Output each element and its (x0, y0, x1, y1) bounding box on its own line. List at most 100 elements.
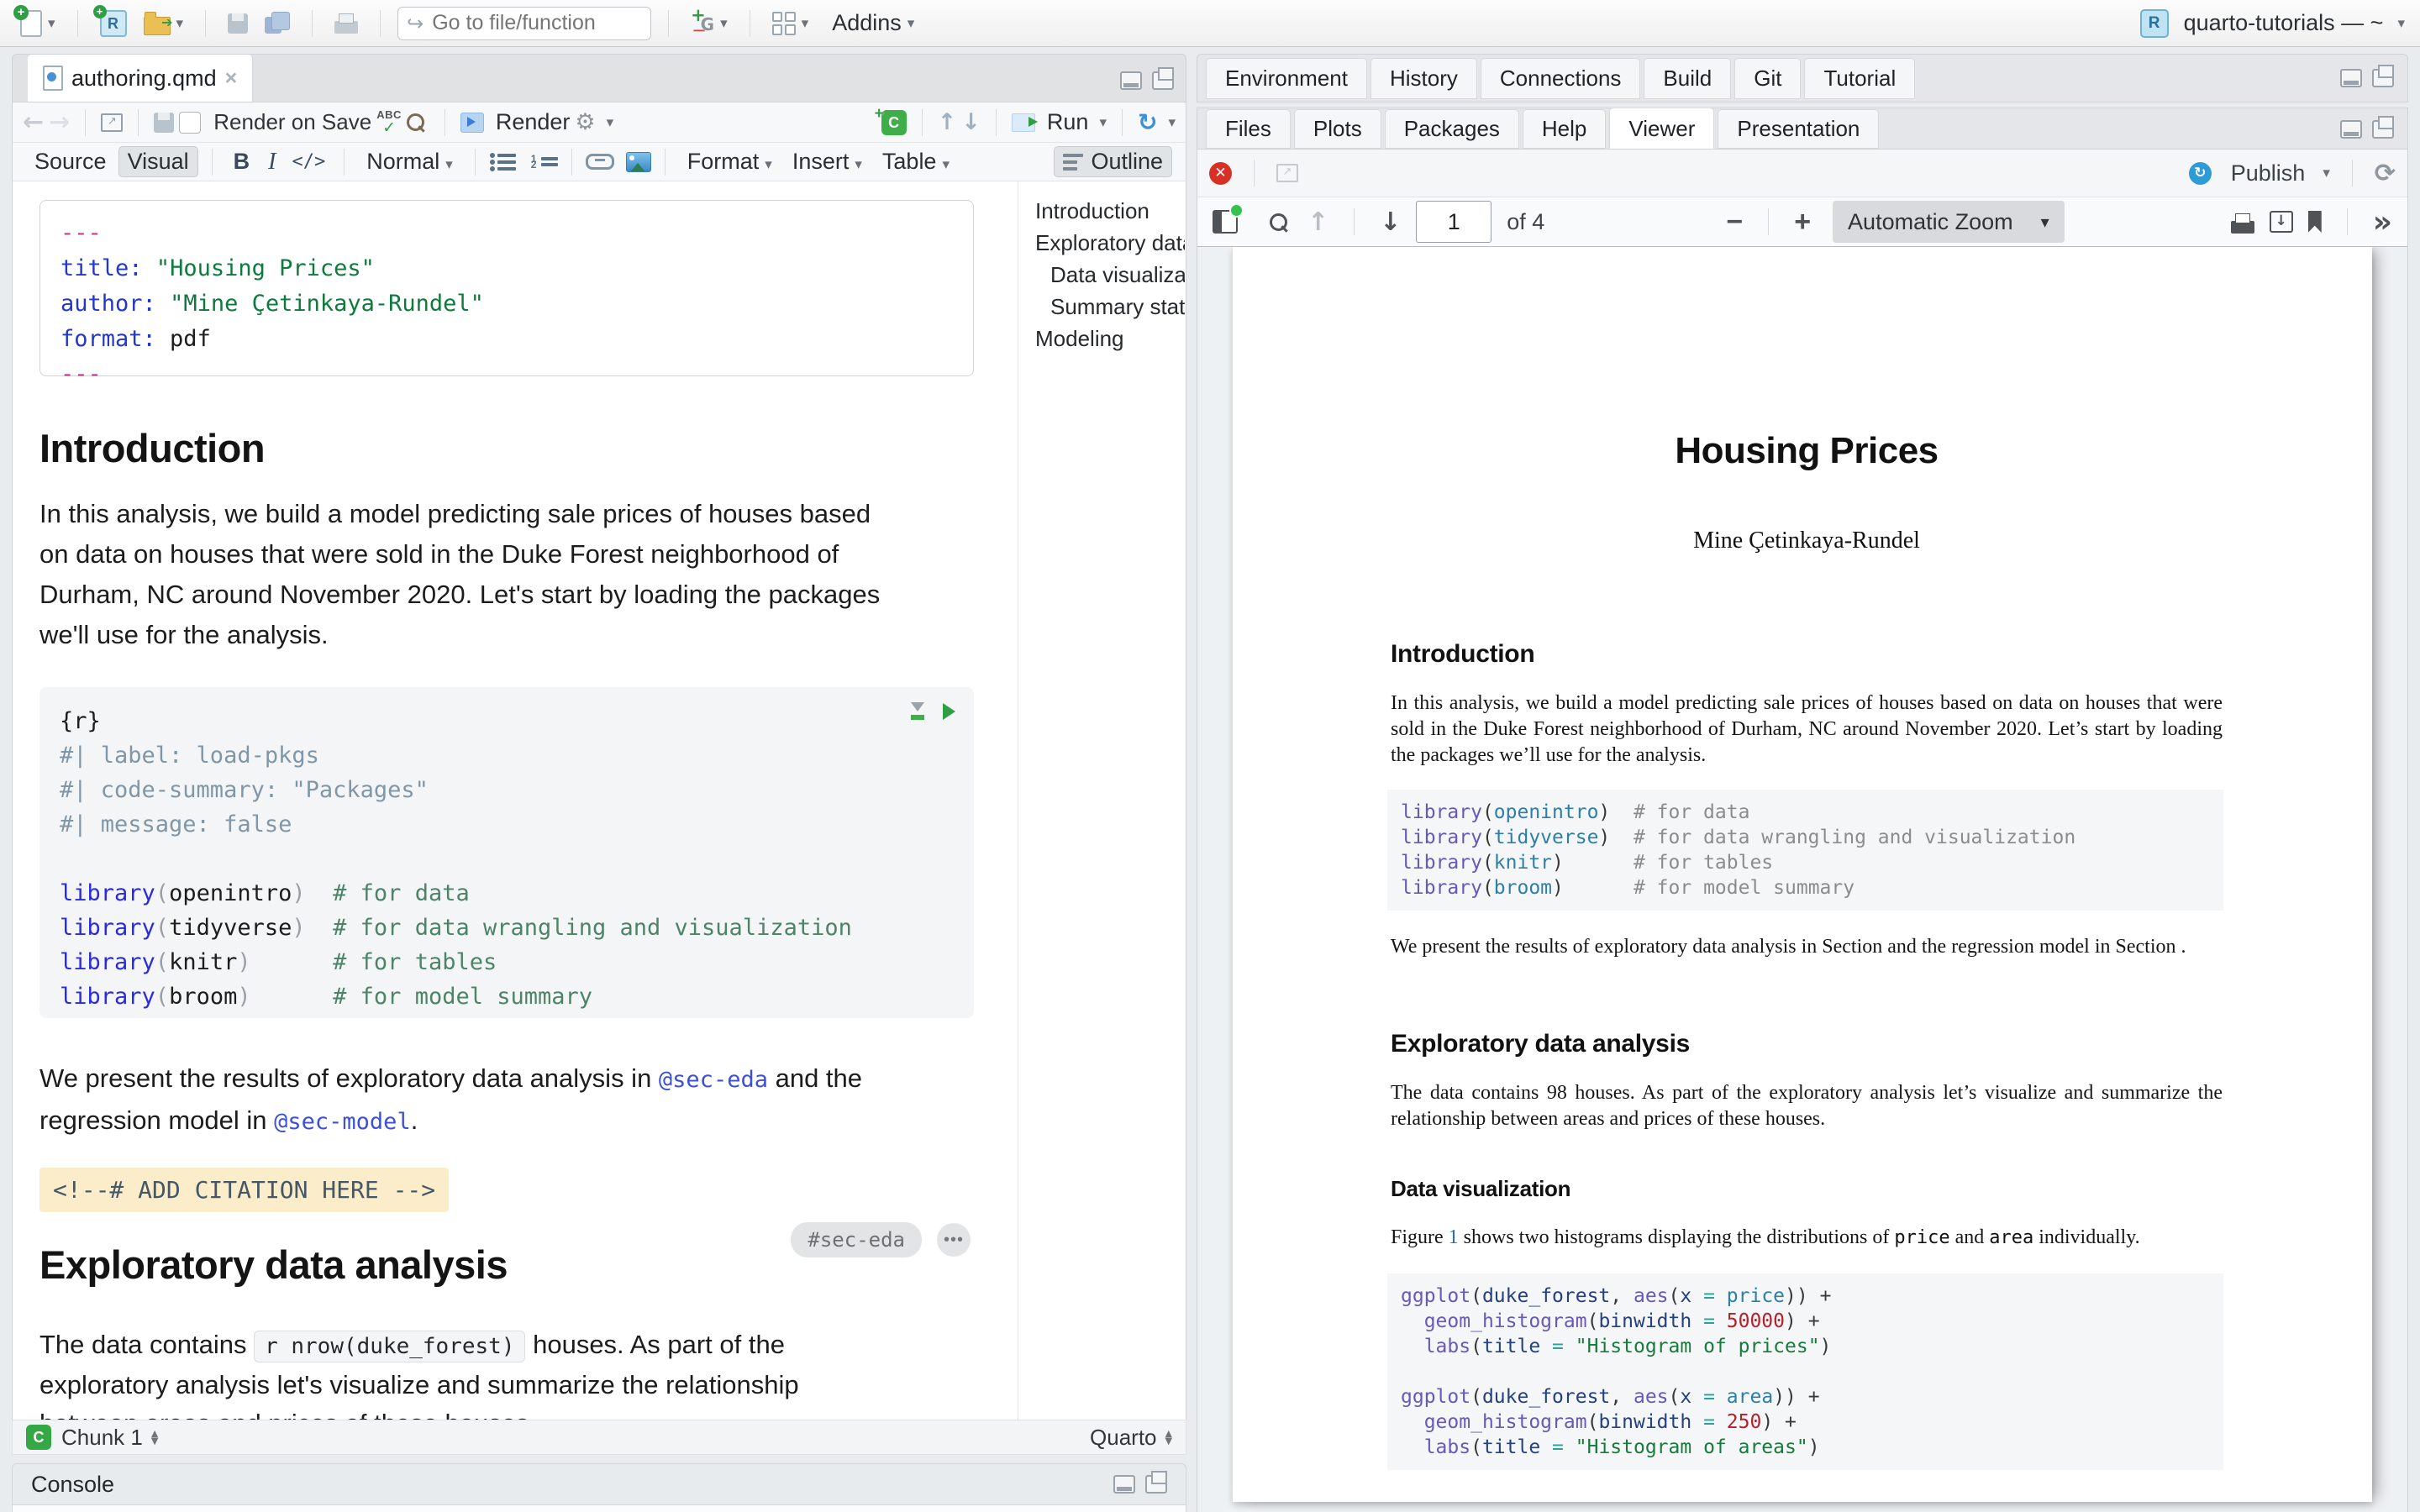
addins-button[interactable]: Addins ▾ (820, 7, 919, 39)
goto-file-search[interactable]: ↪ (397, 7, 651, 40)
insert-chunk-button[interactable]: C (881, 110, 907, 135)
pdf-zoom-out-icon[interactable]: − (1726, 206, 1743, 239)
new-file-button[interactable]: ▾ (15, 7, 60, 40)
numbered-list-icon[interactable] (531, 157, 558, 166)
pdf-page-input[interactable] (1416, 201, 1491, 243)
popout-icon[interactable]: ↗ (101, 113, 123, 132)
document-mode-label[interactable]: Quarto (1090, 1425, 1157, 1451)
maximize-pane-icon[interactable] (1145, 1475, 1167, 1494)
pdf-viewport[interactable]: Housing Prices Mine Çetinkaya-Rundel Int… (1197, 247, 2407, 1512)
bullet-list-icon[interactable] (489, 154, 516, 171)
heading-eda[interactable]: Exploratory data analysis (39, 1242, 508, 1288)
save-icon[interactable] (154, 113, 174, 133)
console-header[interactable]: Console (12, 1463, 1186, 1505)
pdf-print-icon[interactable] (2231, 221, 2254, 234)
forward-icon[interactable]: → (49, 108, 70, 137)
clear-viewer-icon[interactable]: ✕ (1209, 162, 1232, 185)
pdf-prev-page-icon[interactable]: ↑ (1307, 207, 1328, 237)
render-on-save-checkbox[interactable] (179, 112, 201, 134)
go-prev-section-icon[interactable]: ↑ (938, 109, 957, 135)
tab-history[interactable]: History (1370, 58, 1477, 99)
html-comment-highlight[interactable]: <!--# ADD CITATION HERE --> (39, 1168, 449, 1212)
run-chunk-icon[interactable] (943, 703, 955, 720)
visual-editor-canvas[interactable]: ---title: "Housing Prices"author: "Mine … (12, 181, 1186, 1420)
bold-button[interactable]: B (226, 149, 258, 175)
heading-introduction[interactable]: Introduction (39, 425, 265, 471)
outline-item-summary-statistics[interactable]: Summary statis… (1035, 291, 1185, 323)
pdf-next-page-icon[interactable]: ↓ (1380, 207, 1401, 237)
version-control-button[interactable]: +−G ▾ (686, 8, 733, 39)
open-in-browser-icon[interactable]: ↗ (1276, 164, 1298, 182)
print-button[interactable] (329, 9, 363, 37)
crossref-paragraph[interactable]: We present the results of exploratory da… (39, 1058, 888, 1142)
workspace-panes-button[interactable]: ▾ (767, 8, 814, 39)
outline-item-data-visualization[interactable]: Data visualization (1035, 259, 1185, 291)
image-icon[interactable] (626, 152, 651, 172)
project-menu-button[interactable]: R quarto-tutorials — ~ ▾ (2140, 9, 2405, 38)
chunk-position-label[interactable]: Chunk 1 (61, 1425, 143, 1451)
chunk-nav-arrows-icon[interactable]: ▲▼ (151, 1430, 158, 1445)
tab-connections[interactable]: Connections (1481, 58, 1641, 99)
maximize-pane-icon[interactable] (2372, 69, 2394, 87)
render-button[interactable]: Render (496, 109, 571, 135)
minimize-pane-icon[interactable] (1120, 71, 1142, 90)
spellcheck-icon[interactable]: ABC✓ (376, 109, 402, 136)
run-all-above-icon[interactable] (909, 702, 926, 721)
pdf-zoom-in-icon[interactable]: + (1794, 206, 1811, 239)
format-menu[interactable]: Format▾ (679, 147, 781, 176)
console-body[interactable] (12, 1505, 1186, 1512)
rerun-icon[interactable]: ↻ (1138, 108, 1157, 136)
paragraph-style-select[interactable]: Normal▾ (358, 147, 461, 176)
link-icon[interactable] (586, 154, 614, 170)
maximize-pane-icon[interactable] (2372, 120, 2394, 139)
new-project-button[interactable]: R (95, 7, 132, 40)
insert-menu[interactable]: Insert▾ (784, 147, 871, 176)
outline-toggle-button[interactable]: Outline (1054, 146, 1172, 177)
pdf-more-tools-icon[interactable]: » (2373, 205, 2392, 239)
pdf-zoom-select[interactable]: Automatic Zoom ▾ (1833, 201, 2065, 243)
section-id-badge[interactable]: #sec-eda (791, 1222, 922, 1257)
visual-mode-button[interactable]: Visual (118, 146, 198, 177)
yaml-metadata-block[interactable]: ---title: "Housing Prices"author: "Mine … (39, 200, 974, 376)
close-icon[interactable]: × (225, 66, 238, 91)
tab-authoring-qmd[interactable]: authoring.qmd × (28, 55, 253, 102)
go-next-section-icon[interactable]: ↓ (961, 109, 981, 135)
r-code-chunk[interactable]: {r}#| label: load-pkgs#| code-summary: "… (39, 687, 974, 1018)
mode-nav-arrows-icon[interactable]: ▲▼ (1165, 1430, 1172, 1445)
tab-build[interactable]: Build (1644, 58, 1731, 99)
outline-item-introduction[interactable]: Introduction (1035, 195, 1185, 227)
minimize-pane-icon[interactable] (2340, 69, 2362, 87)
minimize-pane-icon[interactable] (1113, 1475, 1135, 1494)
run-button[interactable]: Run (1047, 109, 1089, 135)
tab-plots[interactable]: Plots (1294, 109, 1381, 149)
tab-help[interactable]: Help (1523, 109, 1606, 149)
pdf-download-icon[interactable]: ↓ (2270, 211, 2293, 233)
tab-presentation[interactable]: Presentation (1718, 109, 1879, 149)
goto-file-input[interactable] (430, 10, 627, 36)
publish-button[interactable]: Publish (2231, 160, 2306, 186)
italic-button[interactable]: I (260, 149, 283, 176)
tab-files[interactable]: Files (1206, 109, 1291, 149)
source-mode-button[interactable]: Source (26, 147, 115, 176)
tab-packages[interactable]: Packages (1385, 109, 1519, 149)
section-options-button[interactable]: ••• (937, 1223, 971, 1257)
eda-paragraph[interactable]: The data contains r nrow(duke_forest) ho… (39, 1326, 888, 1420)
save-all-button[interactable] (260, 8, 295, 39)
pdf-sidebar-toggle-icon[interactable] (1213, 210, 1238, 234)
code-button[interactable]: </> (287, 151, 330, 172)
tab-environment[interactable]: Environment (1206, 58, 1367, 99)
outline-item-modeling[interactable]: Modeling (1035, 323, 1185, 354)
chunk-code[interactable]: {r}#| label: load-pkgs#| code-summary: "… (60, 704, 954, 1014)
tab-git[interactable]: Git (1734, 58, 1801, 99)
tab-viewer[interactable]: Viewer (1609, 108, 1714, 149)
open-file-button[interactable]: ▾ (139, 8, 189, 39)
pdf-search-icon[interactable] (1270, 213, 1287, 231)
intro-paragraph[interactable]: In this analysis, we build a model predi… (39, 494, 888, 655)
tab-tutorial[interactable]: Tutorial (1804, 58, 1915, 99)
save-button[interactable] (223, 10, 253, 37)
maximize-pane-icon[interactable] (1152, 71, 1174, 90)
back-icon[interactable]: ← (23, 108, 44, 137)
gear-icon[interactable]: ⚙ (575, 109, 595, 135)
pdf-bookmark-icon[interactable] (2308, 211, 2322, 233)
minimize-pane-icon[interactable] (2340, 120, 2362, 139)
